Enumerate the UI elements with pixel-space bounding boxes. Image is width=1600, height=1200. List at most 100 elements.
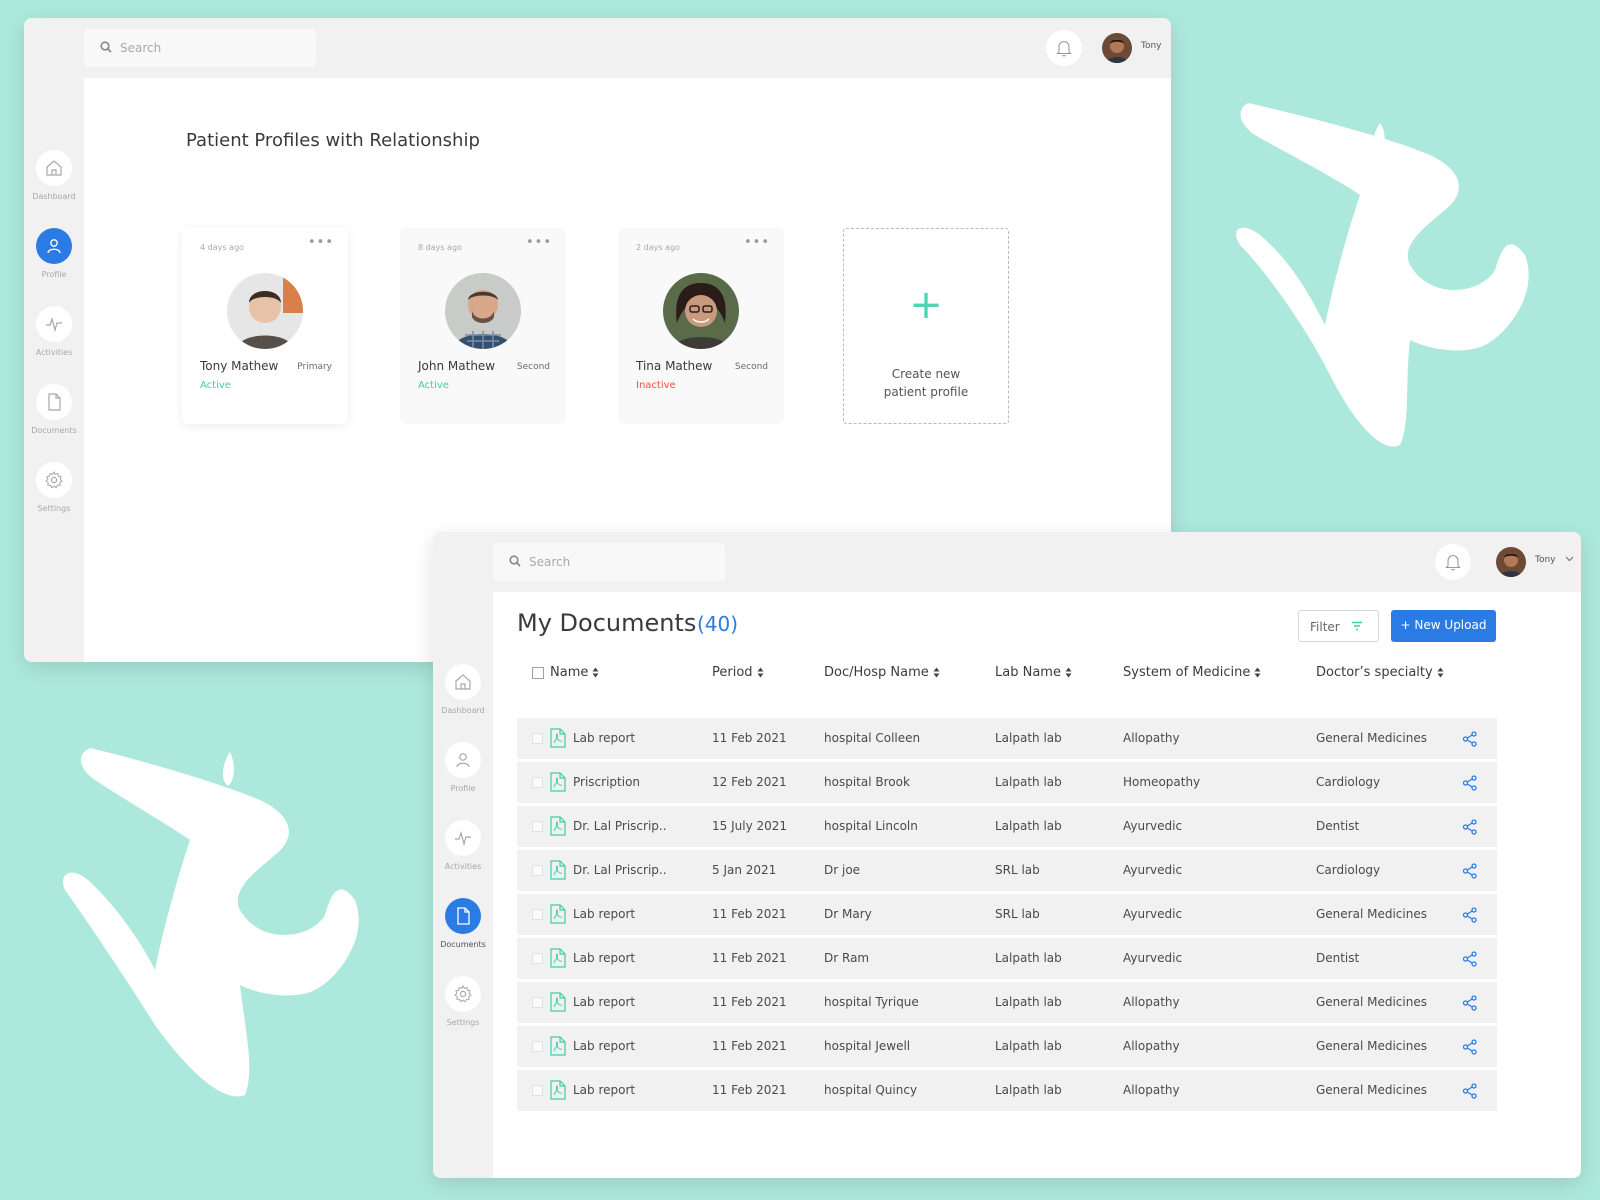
decorative-brand-shape-top — [1236, 103, 1529, 447]
more-options-icon[interactable]: ••• — [744, 235, 770, 250]
nav-profile[interactable]: Profile — [24, 228, 84, 290]
profile-relationship: Primary — [297, 362, 332, 372]
sidebar: Dashboard Profile Activities Documents S… — [433, 532, 493, 1178]
nav-activities[interactable]: Activities — [24, 306, 84, 368]
table-row[interactable]: Lab report 11 Feb 2021 Dr Mary SRL lab A… — [517, 894, 1497, 935]
create-profile-card[interactable]: + Create new patient profile — [843, 228, 1009, 424]
cell-period: 11 Feb 2021 — [712, 1083, 787, 1097]
share-icon[interactable] — [1462, 819, 1478, 835]
share-icon[interactable] — [1462, 951, 1478, 967]
bell-icon — [1445, 554, 1461, 571]
activity-icon — [455, 830, 471, 847]
row-checkbox[interactable] — [532, 909, 543, 920]
cell-lab: SRL lab — [995, 863, 1040, 877]
cell-period: 11 Feb 2021 — [712, 731, 787, 745]
cell-specialty: General Medicines — [1316, 995, 1427, 1009]
nav-dashboard[interactable]: Dashboard — [433, 664, 493, 726]
more-options-icon[interactable]: ••• — [526, 235, 552, 250]
share-icon[interactable] — [1462, 731, 1478, 747]
bell-icon — [1056, 40, 1072, 57]
status-badge: Active — [418, 380, 449, 391]
column-header-specialty[interactable]: Doctor’s specialty — [1316, 665, 1444, 680]
cell-specialty: General Medicines — [1316, 1039, 1427, 1053]
nav-settings[interactable]: Settings — [24, 462, 84, 524]
profile-photo — [445, 273, 521, 349]
search-input[interactable]: Search — [84, 29, 316, 67]
row-checkbox[interactable] — [532, 777, 543, 788]
profile-card[interactable]: 2 days ago ••• Tina Mathew Second Inacti… — [618, 228, 784, 424]
page-title: Patient Profiles with Relationship — [186, 130, 480, 151]
nav-label: Profile — [450, 784, 476, 793]
column-header-lab[interactable]: Lab Name — [995, 665, 1072, 680]
user-icon — [456, 753, 470, 768]
nav-profile[interactable]: Profile — [433, 742, 493, 804]
pdf-file-icon — [550, 728, 566, 748]
share-icon[interactable] — [1462, 775, 1478, 791]
nav-settings[interactable]: Settings — [433, 976, 493, 1038]
nav-dashboard[interactable]: Dashboard — [24, 150, 84, 212]
cell-name: Lab report — [573, 1039, 636, 1053]
profile-card[interactable]: 4 days ago ••• Tony Mathew Primary Activ… — [182, 228, 348, 424]
row-checkbox[interactable] — [532, 865, 543, 876]
share-icon[interactable] — [1462, 1039, 1478, 1055]
column-header-system[interactable]: System of Medicine — [1123, 665, 1261, 680]
search-input[interactable]: Search — [493, 543, 725, 581]
share-icon[interactable] — [1462, 863, 1478, 879]
cell-lab: SRL lab — [995, 907, 1040, 921]
row-checkbox[interactable] — [532, 733, 543, 744]
row-checkbox[interactable] — [532, 997, 543, 1008]
home-icon — [455, 674, 471, 690]
profile-age: 4 days ago — [200, 243, 244, 252]
column-header-hospital[interactable]: Doc/Hosp Name — [824, 665, 940, 680]
cell-name: Lab report — [573, 731, 636, 745]
select-all-checkbox[interactable] — [532, 667, 544, 679]
cell-lab: Lalpath lab — [995, 819, 1062, 833]
profile-photo — [227, 273, 303, 349]
profile-card[interactable]: 8 days ago ••• John Mathew Second Active — [400, 228, 566, 424]
user-name: Tony — [1535, 555, 1556, 565]
avatar — [1496, 547, 1526, 577]
more-options-icon[interactable]: ••• — [308, 235, 334, 250]
table-row[interactable]: Lab report 11 Feb 2021 hospital Tyrique … — [517, 982, 1497, 1023]
notification-button[interactable] — [1046, 30, 1082, 66]
nav-documents[interactable]: Documents — [24, 384, 84, 446]
row-checkbox[interactable] — [532, 1085, 543, 1096]
nav-activities[interactable]: Activities — [433, 820, 493, 882]
share-icon[interactable] — [1462, 1083, 1478, 1099]
column-header-name[interactable]: Name — [550, 665, 599, 680]
row-checkbox[interactable] — [532, 1041, 543, 1052]
nav-label: Profile — [41, 270, 67, 279]
table-row[interactable]: Dr. Lal Priscrip.. 15 July 2021 hospital… — [517, 806, 1497, 847]
profile-name: Tony Mathew — [200, 359, 279, 373]
column-header-period[interactable]: Period — [712, 665, 764, 680]
cell-system: Allopathy — [1123, 1039, 1180, 1053]
status-badge: Inactive — [636, 380, 676, 391]
cell-lab: Lalpath lab — [995, 951, 1062, 965]
filter-button[interactable]: Filter — [1298, 610, 1379, 642]
cell-system: Allopathy — [1123, 1083, 1180, 1097]
create-profile-line1: Create new — [891, 367, 961, 381]
share-icon[interactable] — [1462, 907, 1478, 923]
table-row[interactable]: Dr. Lal Priscrip.. 5 Jan 2021 Dr joe SRL… — [517, 850, 1497, 891]
cell-lab: Lalpath lab — [995, 775, 1062, 789]
create-profile-line2: patient profile — [883, 385, 969, 399]
row-checkbox[interactable] — [532, 953, 543, 964]
share-icon[interactable] — [1462, 995, 1478, 1011]
table-row[interactable]: Priscription 12 Feb 2021 hospital Brook … — [517, 762, 1497, 803]
document-icon — [48, 393, 61, 411]
table-row[interactable]: Lab report 11 Feb 2021 hospital Colleen … — [517, 718, 1497, 759]
cell-period: 5 Jan 2021 — [712, 863, 777, 877]
activity-icon — [46, 316, 62, 333]
cell-period: 15 July 2021 — [712, 819, 788, 833]
cell-name: Lab report — [573, 1083, 636, 1097]
nav-documents[interactable]: Documents — [433, 898, 493, 960]
new-upload-button[interactable]: + New Upload — [1391, 610, 1496, 642]
table-row[interactable]: Lab report 11 Feb 2021 hospital Quincy L… — [517, 1070, 1497, 1111]
cell-system: Ayurvedic — [1123, 907, 1183, 921]
table-row[interactable]: Lab report 11 Feb 2021 Dr Ram Lalpath la… — [517, 938, 1497, 979]
row-checkbox[interactable] — [532, 821, 543, 832]
table-row[interactable]: Lab report 11 Feb 2021 hospital Jewell L… — [517, 1026, 1497, 1067]
status-badge: Active — [200, 380, 231, 391]
sort-icon — [757, 667, 764, 678]
notification-button[interactable] — [1435, 544, 1471, 580]
